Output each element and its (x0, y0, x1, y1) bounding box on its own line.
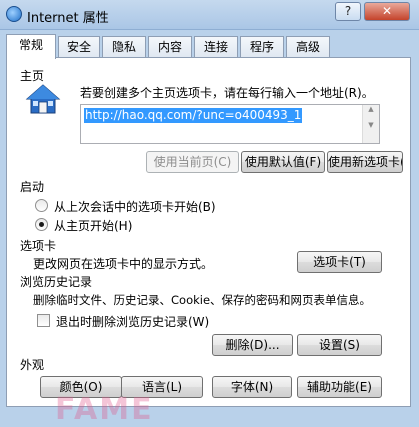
tab-privacy[interactable]: 隐私 (102, 36, 146, 58)
use-default-button[interactable]: 使用默认值(F) (241, 151, 325, 173)
radio-home-page-label: 从主页开始(H) (54, 219, 133, 233)
tab-general[interactable]: 常规 (6, 34, 56, 59)
radio-last-session[interactable] (35, 199, 48, 212)
internet-explorer-icon (6, 6, 22, 22)
home-url-textarea[interactable]: http://hao.qq.com/?unc=o400493_1 ▲ ▼ (80, 104, 380, 144)
tabs-settings-button[interactable]: 选项卡(T) (297, 251, 382, 273)
tabs-description: 更改网页在选项卡中的显示方式。 (33, 257, 214, 271)
use-current-button[interactable]: 使用当前页(C) (146, 151, 239, 173)
tab-programs[interactable]: 程序 (240, 36, 284, 58)
appearance-section-label: 外观 (20, 358, 45, 372)
home-description: 若要创建多个主页选项卡，请在每行输入一个地址(R)。 (80, 86, 374, 100)
startup-section-label: 启动 (20, 180, 45, 194)
history-settings-button[interactable]: 设置(S) (297, 334, 382, 356)
history-description: 删除临时文件、历史记录、Cookie、保存的密码和网页表单信息。 (33, 293, 372, 307)
tab-security[interactable]: 安全 (58, 36, 100, 58)
accessibility-button[interactable]: 辅助功能(E) (297, 376, 382, 398)
home-house-icon (25, 84, 61, 114)
tab-advanced[interactable]: 高级 (286, 36, 330, 58)
tabs-section-label: 选项卡 (20, 239, 57, 253)
history-section-label: 浏览历史记录 (20, 275, 93, 289)
tab-strip: 常规 安全 隐私 内容 连接 程序 高级 (6, 34, 411, 59)
delete-history-button[interactable]: 删除(D)... (212, 334, 293, 356)
close-button[interactable]: ✕ (364, 2, 410, 21)
radio-last-session-label: 从上次会话中的选项卡开始(B) (54, 200, 216, 214)
watermark-logo: FAME (55, 392, 154, 427)
radio-home-page[interactable] (35, 218, 48, 231)
home-url-value: http://hao.qq.com/?unc=o400493_1 (84, 108, 303, 123)
delete-on-exit-label: 退出时删除浏览历史记录(W) (56, 315, 210, 329)
url-scrollbar[interactable]: ▲ ▼ (362, 105, 379, 143)
use-new-tab-button[interactable]: 使用新选项卡(U) (327, 151, 403, 173)
window-title: Internet 属性 (27, 11, 109, 26)
home-section-label: 主页 (20, 69, 45, 83)
tab-connections[interactable]: 连接 (194, 36, 238, 58)
delete-on-exit-checkbox[interactable] (37, 314, 50, 327)
title-bar: Internet 属性 ? ✕ (0, 0, 419, 30)
fonts-button[interactable]: 字体(N) (212, 376, 292, 398)
help-button[interactable]: ? (335, 2, 361, 21)
general-panel: 主页 若要创建多个主页选项卡，请在每行输入一个地址(R)。 http://hao… (6, 57, 411, 407)
tab-content[interactable]: 内容 (148, 36, 192, 58)
